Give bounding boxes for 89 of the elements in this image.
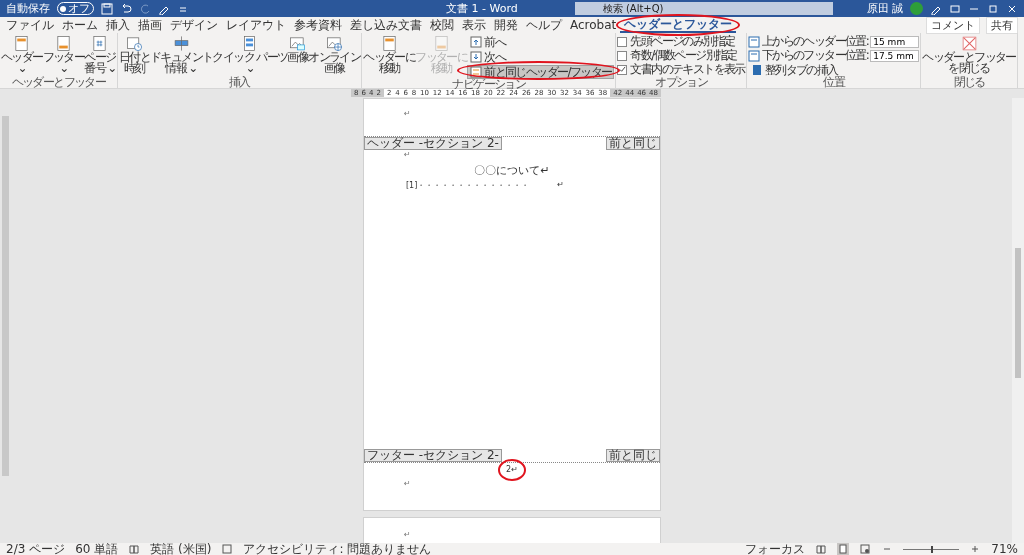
menu-tab[interactable]: レイアウト bbox=[222, 18, 290, 32]
paragraph-mark: ↵ bbox=[403, 150, 411, 159]
checkbox[interactable] bbox=[617, 64, 628, 75]
autosave-label: 自動保存 bbox=[6, 2, 50, 15]
ribbon-button[interactable]: ヘッダー ⌄ bbox=[1, 35, 43, 74]
menu-tab[interactable]: ホーム bbox=[58, 18, 102, 32]
annotation-ellipse bbox=[498, 459, 526, 481]
paragraph-mark: ↵ bbox=[403, 109, 411, 118]
ribbon-button[interactable]: クイック パーツ ⌄ bbox=[212, 35, 288, 74]
zoom-level[interactable]: 71% bbox=[991, 543, 1018, 555]
language[interactable]: 英語 (米国) bbox=[150, 543, 212, 555]
menu-tab[interactable]: Acrobat bbox=[566, 18, 621, 32]
web-layout-icon[interactable] bbox=[859, 543, 872, 555]
ribbon-button[interactable]: ドキュメント 情報 ⌄ bbox=[149, 35, 213, 74]
menu-tab[interactable]: 開発 bbox=[490, 18, 522, 32]
ribbon-button[interactable]: 前と同じヘッダー/フッター bbox=[467, 65, 615, 79]
paragraph-mark: ↵ bbox=[403, 530, 411, 539]
ribbon-button[interactable]: 画像 bbox=[287, 35, 309, 63]
group-label: 閉じる bbox=[952, 77, 986, 88]
group-label: オプション bbox=[654, 77, 709, 88]
undo-icon[interactable] bbox=[120, 2, 132, 15]
read-mode-icon[interactable] bbox=[815, 543, 828, 555]
ribbon-button[interactable]: 前へ bbox=[467, 35, 508, 49]
paragraph-mark: ↵ bbox=[403, 479, 411, 488]
same-as-previous-tag: 前と同じ bbox=[606, 449, 660, 462]
group-label: 位置 bbox=[823, 77, 846, 88]
spin-field[interactable]: 17.5 mm bbox=[870, 49, 920, 62]
menu-tab[interactable]: 表示 bbox=[458, 18, 490, 32]
menu-tab[interactable]: 校閲 bbox=[426, 18, 458, 32]
footer-page-icon bbox=[54, 35, 72, 52]
position-icon bbox=[747, 35, 760, 48]
tab-insert-icon bbox=[750, 64, 763, 76]
checkbox[interactable] bbox=[617, 50, 628, 61]
menu-tab[interactable]: デザイン bbox=[166, 18, 222, 32]
accessibility-status[interactable]: アクセシビリティ: 問題ありません bbox=[243, 543, 432, 555]
ribbon-button[interactable]: フッター ⌄ bbox=[42, 35, 85, 74]
user-name: 原田 誠 bbox=[866, 2, 903, 15]
document-heading: 〇〇について↵ bbox=[474, 165, 550, 177]
ribbon-button[interactable]: ヘッダーとフッター を閉じる bbox=[922, 35, 1016, 74]
ribbon-button[interactable]: オンライン 画像 bbox=[308, 35, 361, 74]
page-count[interactable]: 2/3 ページ bbox=[6, 543, 66, 555]
online-picture-icon bbox=[325, 35, 343, 52]
group-label: ヘッダーとフッター bbox=[10, 77, 107, 88]
ribbon-button[interactable]: 次へ bbox=[467, 50, 508, 64]
menu-tab[interactable]: 挿入 bbox=[102, 18, 134, 32]
previous-icon bbox=[470, 36, 483, 48]
menu-tab[interactable]: 描画 bbox=[134, 18, 166, 32]
header-page-icon bbox=[13, 35, 31, 52]
next-icon bbox=[470, 51, 483, 63]
position-icon bbox=[747, 49, 760, 62]
checkbox-label: 奇数/偶数ページ別指定 bbox=[630, 49, 737, 62]
group-label: 挿入 bbox=[228, 77, 252, 88]
same-as-previous-tag: 前と同じ bbox=[606, 137, 660, 150]
checkbox-label: 先頭ページのみ別指定 bbox=[630, 35, 735, 48]
scrollbar[interactable] bbox=[1012, 98, 1024, 544]
maximize-icon[interactable] bbox=[987, 2, 999, 15]
close-icon bbox=[960, 35, 978, 52]
checkbox[interactable] bbox=[617, 36, 628, 47]
spin-label: 下からのフッター位置: bbox=[761, 49, 869, 62]
word-count[interactable]: 60 単語 bbox=[75, 543, 119, 555]
window-title: 文書 1 - Word bbox=[446, 2, 518, 15]
print-layout-icon[interactable] bbox=[837, 543, 850, 555]
header-tag: ヘッダー -セクション 2- bbox=[364, 137, 502, 150]
calendar-clock-icon bbox=[125, 35, 143, 52]
page-number-icon bbox=[91, 35, 109, 52]
group-label: ナビゲーション bbox=[452, 79, 526, 90]
spin-label: 上からのヘッダー位置: bbox=[761, 35, 869, 48]
footer-tag: フッター -セクション 2- bbox=[364, 449, 502, 462]
footer-page-icon bbox=[432, 35, 450, 52]
paragraph-mark: ↵ bbox=[557, 180, 564, 191]
menu-tab[interactable]: ファイル bbox=[2, 18, 58, 32]
list-line: [1]・・・・・・・・・・・・・・ bbox=[406, 180, 530, 191]
menu-tab[interactable]: ヘルプ bbox=[522, 18, 566, 32]
menu-tab[interactable]: 参考資料 bbox=[290, 18, 346, 32]
spin-field[interactable]: 15 mm bbox=[870, 35, 920, 48]
checkbox-label: 文書内のテキストを表示 bbox=[630, 63, 745, 76]
page-number: 2↵ bbox=[506, 465, 518, 475]
save-icon[interactable] bbox=[101, 2, 113, 15]
menu-tab[interactable]: 差し込み文書 bbox=[346, 18, 426, 32]
ribbon-button[interactable]: 整列タブの挿入 bbox=[747, 63, 841, 77]
search-field[interactable]: 検索 (Alt+Q) bbox=[574, 2, 833, 15]
picture-icon bbox=[289, 35, 307, 52]
ribbon-button[interactable]: ヘッダーに 移動 bbox=[363, 35, 416, 74]
book-icon[interactable] bbox=[128, 543, 141, 555]
ribbon-button[interactable]: ページ 番号 ⌄ bbox=[84, 35, 116, 74]
zoom-thumb[interactable] bbox=[931, 545, 934, 553]
ribbon-button[interactable]: 日付と 時刻 bbox=[118, 35, 150, 74]
focus-button[interactable]: フォーカス bbox=[745, 543, 806, 555]
header-page-icon bbox=[380, 35, 398, 52]
